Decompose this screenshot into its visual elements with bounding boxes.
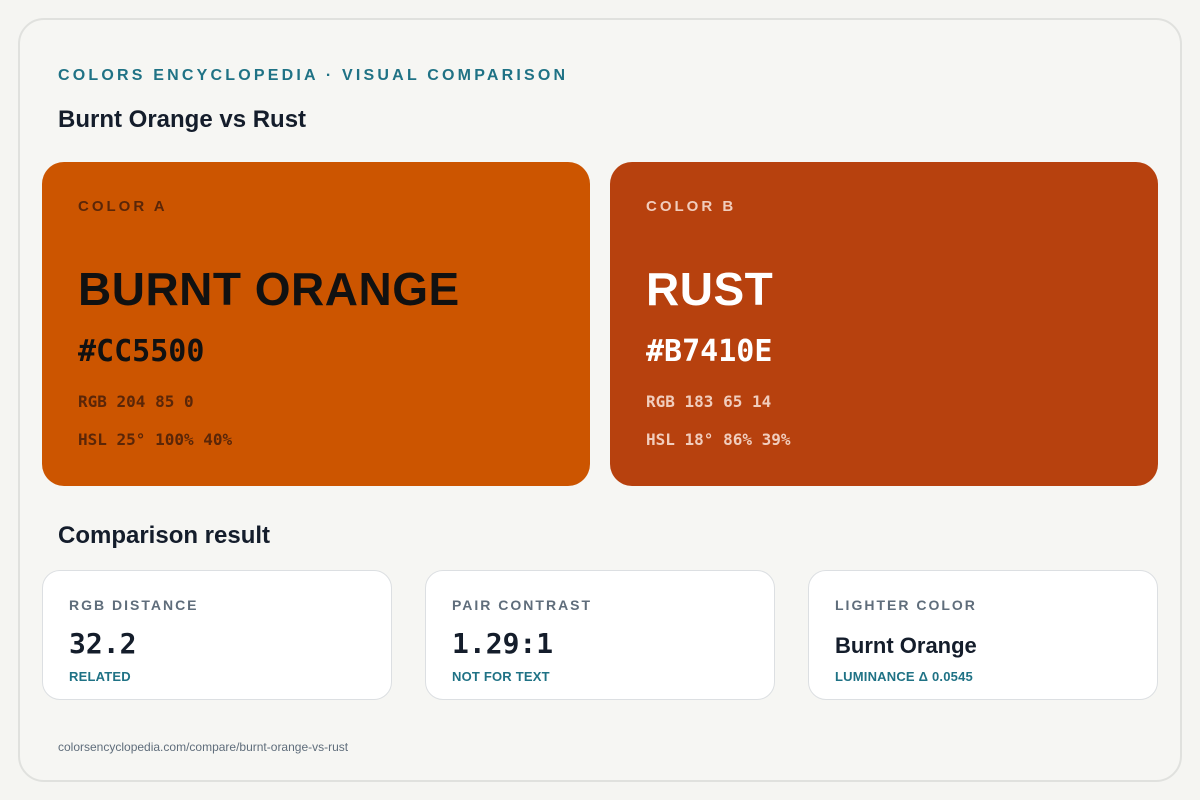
comparison-title: Comparison result: [58, 522, 271, 549]
color-b-hex: #B7410E: [646, 334, 773, 369]
page-url[interactable]: colorsencyclopedia.com/compare/burnt-ora…: [58, 740, 348, 754]
luminance-delta-note: LUMINANCE Δ 0.0545: [835, 669, 973, 684]
color-b-swatch: COLOR B RUST #B7410E RGB 183 65 14 HSL 1…: [610, 162, 1158, 486]
color-a-rgb: RGB 204 85 0: [78, 392, 194, 411]
color-b-name: RUST: [646, 263, 774, 315]
lighter-color-value: Burnt Orange: [835, 633, 977, 658]
pair-contrast-note: NOT FOR TEXT: [452, 669, 550, 684]
color-a-hex: #CC5500: [78, 334, 205, 369]
site-kicker: COLORS ENCYCLOPEDIA · VISUAL COMPARISON: [58, 67, 569, 84]
color-b-rgb: RGB 183 65 14: [646, 392, 772, 411]
lighter-color-label: LIGHTER COLOR: [835, 597, 977, 613]
rgb-distance-label: RGB DISTANCE: [69, 597, 199, 613]
color-a-hsl: HSL 25° 100% 40%: [78, 430, 233, 449]
color-b-hsl: HSL 18° 86% 39%: [646, 430, 791, 449]
pair-contrast-card: PAIR CONTRAST 1.29:1 NOT FOR TEXT: [425, 570, 775, 700]
rgb-distance-value: 32.2: [69, 627, 137, 660]
rgb-distance-card: RGB DISTANCE 32.2 RELATED: [42, 570, 392, 700]
color-b-label: COLOR B: [646, 198, 737, 215]
pair-contrast-label: PAIR CONTRAST: [452, 597, 593, 613]
color-a-swatch: COLOR A BURNT ORANGE #CC5500 RGB 204 85 …: [42, 162, 590, 486]
color-a-name: BURNT ORANGE: [78, 263, 460, 315]
page-title: Burnt Orange vs Rust: [58, 106, 307, 133]
rgb-distance-note: RELATED: [69, 669, 131, 684]
pair-contrast-value: 1.29:1: [452, 627, 554, 660]
color-a-label: COLOR A: [78, 198, 168, 215]
lighter-color-card: LIGHTER COLOR Burnt Orange LUMINANCE Δ 0…: [808, 570, 1158, 700]
